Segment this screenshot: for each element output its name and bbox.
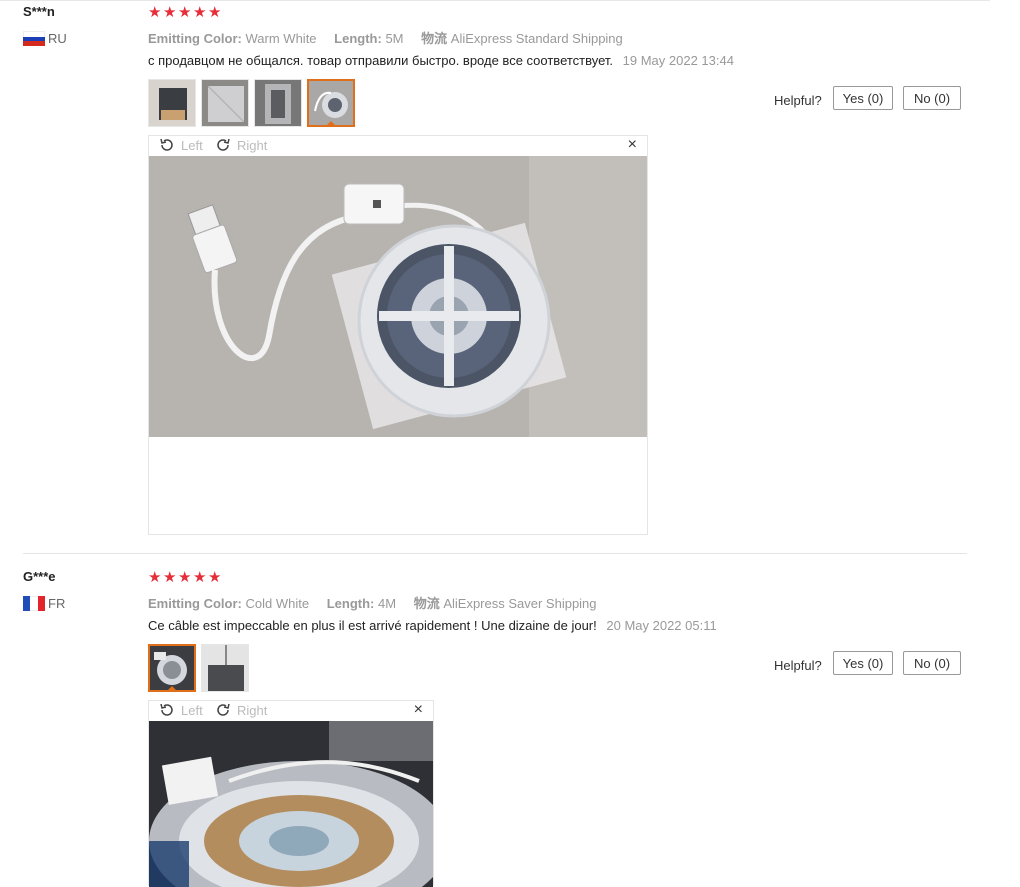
- star-icon: ★: [178, 4, 192, 21]
- review-photo-thumbnails: [148, 644, 249, 692]
- rotate-right-icon: [217, 703, 230, 716]
- photo-viewer: Left Right ×: [148, 700, 434, 887]
- photo-viewer-toolbar: Left Right ×: [149, 701, 433, 721]
- helpful-label: Helpful?: [774, 658, 822, 673]
- russia-flag-icon: [23, 31, 45, 47]
- star-icon: ★: [163, 569, 177, 586]
- attr-length-label: Length:: [334, 31, 382, 46]
- reviewer-country: RU: [48, 31, 67, 46]
- attr-color-value: Warm White: [245, 31, 317, 46]
- rotate-left-label: Left: [181, 702, 203, 718]
- attr-shipping-value: AliExpress Saver Shipping: [443, 596, 597, 611]
- close-viewer-button[interactable]: ×: [414, 701, 423, 719]
- reviewer-name: G***e: [23, 569, 56, 584]
- review-text: с продавцом не общался. товар отправили …: [148, 53, 614, 68]
- attr-length-value: 4M: [378, 596, 397, 611]
- review-text: Ce câble est impeccable en plus il est a…: [148, 618, 597, 633]
- review-date: 20 May 2022 05:11: [606, 618, 717, 633]
- attr-color-label: Emitting Color:: [148, 31, 242, 46]
- photo-thumbnail[interactable]: [201, 79, 249, 127]
- france-flag-icon: [23, 596, 45, 611]
- review-date: 19 May 2022 13:44: [622, 53, 734, 68]
- star-icon: ★: [163, 4, 177, 21]
- photo-viewer-toolbar: Left Right ×: [149, 136, 647, 156]
- rotate-left-icon: [160, 138, 173, 151]
- star-icon: ★: [148, 569, 162, 586]
- helpful-yes-button[interactable]: Yes (0): [833, 86, 893, 110]
- attr-length-label: Length:: [326, 596, 375, 611]
- helpful-no-button[interactable]: No (0): [903, 651, 961, 675]
- review-photo-large: [149, 721, 433, 887]
- helpful-yes-button[interactable]: Yes (0): [833, 651, 893, 675]
- photo-viewer: Left Right ×: [148, 135, 648, 535]
- star-icon: ★: [178, 569, 192, 586]
- helpful-no-button[interactable]: No (0): [903, 86, 961, 110]
- photo-thumbnail[interactable]: [148, 79, 196, 127]
- photo-thumbnail[interactable]: [254, 79, 302, 127]
- star-icon: ★: [193, 569, 207, 586]
- star-icon: ★: [148, 4, 162, 21]
- attr-color-value: Cold White: [245, 596, 310, 611]
- review-text-line: Ce câble est impeccable en plus il est a…: [148, 618, 717, 633]
- review-divider: [23, 553, 967, 554]
- rotate-right-label: Right: [237, 702, 268, 718]
- helpful-label: Helpful?: [774, 93, 822, 108]
- reviewer-name: S***n: [23, 4, 55, 19]
- photo-thumbnail[interactable]: [201, 644, 249, 692]
- review-photo-large: [149, 156, 647, 437]
- star-rating: ★ ★ ★ ★ ★: [148, 4, 222, 21]
- attr-shipping-label: 物流: [413, 596, 440, 611]
- attr-color-label: Emitting Color:: [148, 596, 242, 611]
- close-viewer-button[interactable]: ×: [628, 136, 637, 154]
- attr-length-value: 5M: [385, 31, 404, 46]
- attr-shipping-value: AliExpress Standard Shipping: [450, 31, 623, 46]
- rotate-right-label: Right: [237, 137, 268, 153]
- attr-shipping-label: 物流: [421, 31, 448, 46]
- rotate-left-label: Left: [181, 137, 203, 153]
- review-attributes: Emitting Color: Warm White Length: 5M 物流…: [148, 28, 637, 47]
- review-photo-thumbnails: [148, 79, 355, 127]
- star-icon: ★: [208, 4, 222, 21]
- rotate-right-button[interactable]: Right: [215, 137, 267, 153]
- photo-thumbnail-selected[interactable]: [307, 79, 355, 127]
- star-icon: ★: [208, 569, 222, 586]
- reviewer-country: FR: [48, 596, 66, 611]
- rotate-left-icon: [160, 703, 173, 716]
- top-divider: [0, 0, 990, 1]
- rotate-left-button[interactable]: Left: [159, 137, 203, 153]
- rotate-left-button[interactable]: Left: [159, 702, 203, 718]
- rotate-right-button[interactable]: Right: [215, 702, 267, 718]
- review-text-line: с продавцом не общался. товар отправили …: [148, 53, 734, 68]
- star-icon: ★: [193, 4, 207, 21]
- star-rating: ★ ★ ★ ★ ★: [148, 569, 222, 586]
- review-attributes: Emitting Color: Cold White Length: 4M 物流…: [148, 593, 611, 612]
- photo-thumbnail-selected[interactable]: [148, 644, 196, 692]
- rotate-right-icon: [217, 138, 230, 151]
